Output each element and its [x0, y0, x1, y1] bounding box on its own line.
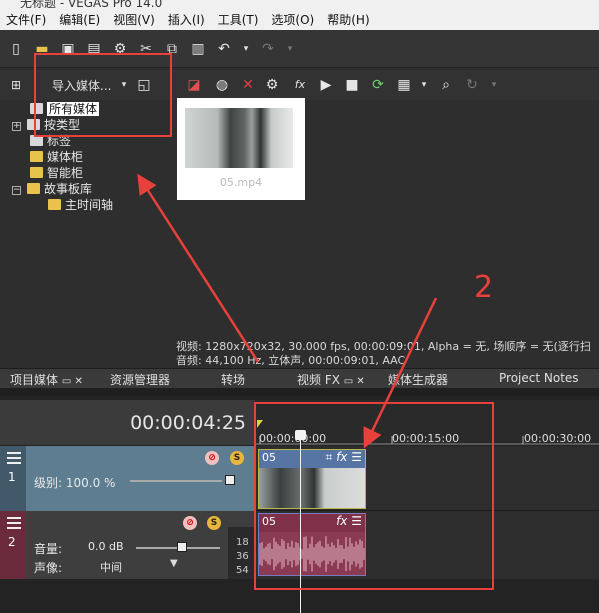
arrow-to-timeline	[363, 297, 438, 449]
arrow-to-import	[137, 173, 260, 363]
annotation-arrows	[137, 173, 438, 449]
